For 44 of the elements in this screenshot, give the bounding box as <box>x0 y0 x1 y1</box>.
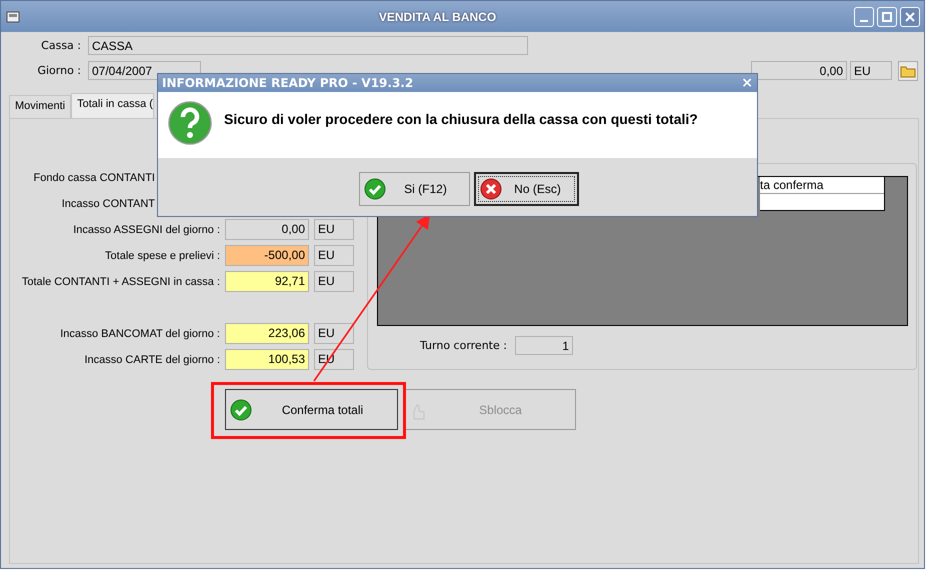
amount-field: 100,53 <box>225 349 309 370</box>
currency-field: EU <box>314 323 354 344</box>
check-icon <box>230 398 252 420</box>
currency-field: EU <box>314 219 354 240</box>
field-label: Incasso BANCOMAT del giorno : <box>59 328 220 340</box>
shift-field: 1 <box>514 336 573 355</box>
maximize-icon <box>882 12 892 22</box>
field-label: Totale CONTANTI + ASSEGNI in cassa : <box>20 276 220 288</box>
field-label: Fondo cassa CONTANTI <box>32 172 155 184</box>
currency-field: EU <box>314 245 354 266</box>
column-header: ta conferma <box>760 177 884 194</box>
currency-field: EU <box>314 271 354 292</box>
field-label: Cassa : <box>40 39 81 52</box>
window-title: VENDITA AL BANCO <box>378 10 498 24</box>
tab[interactable]: Movimenti <box>9 95 72 118</box>
field-label: Giorno : <box>36 64 81 77</box>
cross-icon <box>480 178 502 200</box>
amount-field: 92,71 <box>225 271 309 292</box>
minimize-icon <box>860 20 868 22</box>
field-label: Totale spese e prelievi : <box>104 250 220 262</box>
minimize-button[interactable] <box>854 6 874 26</box>
amount-field: 0,00 <box>225 219 309 240</box>
total-field: 0,00 <box>751 61 847 80</box>
dialog-message: Sicuro di voler procedere con la chiusura della cassa con questi totali? <box>224 111 698 127</box>
yes-button[interactable]: Si (F12) <box>359 172 470 206</box>
action-button[interactable]: Conferma totali <box>225 389 398 430</box>
cassa-field[interactable]: CASSA <box>88 36 528 55</box>
amount-field: -500,00 <box>225 245 309 266</box>
field-label: Incasso ASSEGNI del giorno : <box>72 224 220 236</box>
field-label: Turno corrente : <box>420 339 507 352</box>
close-button[interactable] <box>900 6 920 26</box>
maximize-button[interactable] <box>877 6 897 26</box>
field-label: Incasso CARTE del giorno : <box>83 354 220 366</box>
folder-icon <box>900 64 916 78</box>
folder-button[interactable] <box>898 60 918 80</box>
field-label: Incasso CONTANT <box>60 198 155 210</box>
amount-field: 223,06 <box>225 323 309 344</box>
close-icon <box>905 12 915 22</box>
no-button[interactable]: No (Esc) <box>474 172 579 206</box>
tab[interactable]: Totali in cassa ( <box>71 93 154 118</box>
currency-field: EU <box>850 61 892 80</box>
question-icon <box>168 101 212 145</box>
check-icon <box>364 178 386 200</box>
app-icon <box>5 8 21 24</box>
